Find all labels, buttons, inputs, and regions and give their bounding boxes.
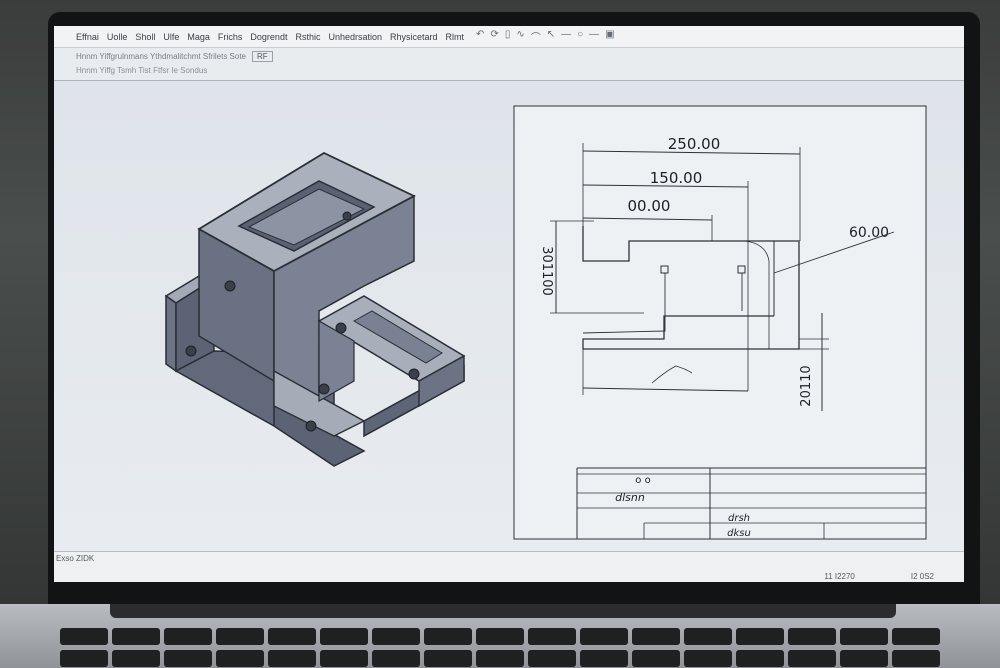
menu-item-unhedrsation[interactable]: Unhedrsation bbox=[328, 32, 382, 42]
hole bbox=[408, 368, 420, 380]
menu-item-rlmt[interactable]: Rlmt bbox=[446, 32, 465, 42]
menu-item-frichs[interactable]: Frichs bbox=[218, 32, 243, 42]
hole bbox=[342, 211, 352, 221]
secondary-toolbar: Hnnm Yiffgrulnmans Ythdmalitchmt Sfrilet… bbox=[54, 48, 964, 64]
toolbar-chip-button[interactable]: RF bbox=[252, 50, 273, 62]
menu-item-shell[interactable]: Sholl bbox=[135, 32, 155, 42]
menu-item-rsthic[interactable]: Rsthic bbox=[295, 32, 320, 42]
redo-icon[interactable]: ⟳ bbox=[490, 29, 498, 44]
sub-toolbar-text: Hnnm Yiffg Tsmh Tist Ftfsr Ie Sondus bbox=[76, 66, 208, 75]
line-icon[interactable]: — bbox=[561, 29, 571, 44]
cad-viewport[interactable]: 250.00 150.00 00.00 60.00 301100 20110 o… bbox=[54, 81, 964, 551]
arc-icon[interactable]: ⌒ bbox=[531, 29, 541, 44]
status-left-text: Exso ZIDK bbox=[56, 554, 95, 563]
menu-bar: Effnai Uolle Sholl Ulfe Maga Frichs Dogr… bbox=[54, 26, 964, 48]
curve-icon[interactable]: ∿ bbox=[516, 29, 524, 44]
hole bbox=[185, 345, 197, 357]
cursor-icon[interactable]: ↖ bbox=[547, 29, 555, 44]
status-bar: Exso ZIDK 11 I2270 I2 0S2 bbox=[54, 551, 964, 582]
laptop-hinge bbox=[110, 604, 896, 618]
dim-right-vertical-label: 20110 bbox=[799, 365, 814, 406]
status-coord-2: I2 0S2 bbox=[910, 572, 934, 581]
keyboard bbox=[60, 628, 940, 668]
dim-left-vertical-label: 301100 bbox=[539, 246, 554, 296]
hole bbox=[224, 280, 236, 292]
menu-item-file[interactable]: Effnai bbox=[76, 32, 99, 42]
3d-part-model[interactable] bbox=[164, 151, 466, 467]
title-block-row4: dksu bbox=[727, 528, 751, 539]
status-coord-1: 11 I2270 bbox=[824, 572, 855, 581]
undo-icon[interactable]: ↶ bbox=[476, 29, 484, 44]
menu-item-manage[interactable]: Maga bbox=[187, 32, 210, 42]
dim-mid-label: 150.00 bbox=[650, 169, 703, 187]
menu-item-dogrendt[interactable]: Dogrendt bbox=[250, 32, 287, 42]
screen-icon[interactable]: ▣ bbox=[605, 29, 614, 44]
drawing-sheet[interactable]: 250.00 150.00 00.00 60.00 301100 20110 o… bbox=[513, 105, 927, 540]
hole bbox=[318, 383, 330, 395]
toolbar-icons: ↶ ⟳ ▯ ∿ ⌒ ↖ — ○ — ▣ bbox=[476, 29, 615, 44]
circle-icon[interactable]: ○ bbox=[577, 29, 583, 44]
status-right: 11 I2270 I2 0S2 bbox=[824, 572, 934, 581]
cad-screen: Effnai Uolle Sholl Ulfe Maga Frichs Dogr… bbox=[54, 26, 964, 582]
title-block-row2: dlsnn bbox=[615, 491, 645, 504]
menu-item-view[interactable]: Ulfe bbox=[163, 32, 179, 42]
dim-inner-label: 00.00 bbox=[628, 197, 671, 215]
title-block-marks: o o bbox=[635, 475, 650, 486]
menu-item-edit[interactable]: Uolle bbox=[107, 32, 128, 42]
menu-item-rhysicetard[interactable]: Rhysicetard bbox=[390, 32, 438, 42]
hole bbox=[305, 420, 317, 432]
title-block-row3: drsh bbox=[728, 513, 750, 524]
hole bbox=[335, 322, 347, 334]
drawing-canvas: 250.00 150.00 00.00 60.00 301100 20110 o… bbox=[164, 105, 927, 540]
page-icon[interactable]: ▯ bbox=[505, 29, 511, 44]
toolbar-text: Hnnm Yiffgrulnmans Ythdmalitchmt Sfrilet… bbox=[76, 51, 246, 61]
dim-right-label: 60.00 bbox=[849, 225, 889, 241]
dim-top-label: 250.00 bbox=[668, 135, 721, 153]
segment-icon[interactable]: — bbox=[589, 29, 599, 44]
